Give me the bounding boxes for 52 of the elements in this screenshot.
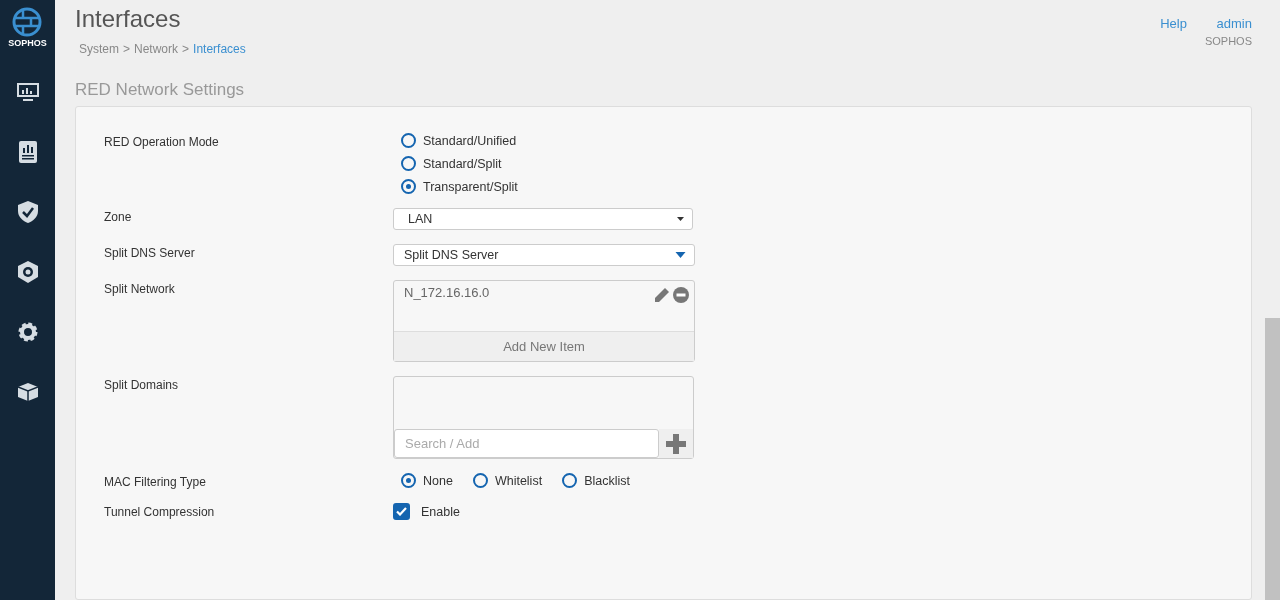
checkmark-icon (396, 507, 407, 516)
radio-button[interactable] (401, 473, 416, 488)
pencil-icon[interactable] (654, 287, 670, 303)
radio-label: Standard/Unified (423, 133, 517, 148)
field-label: Tunnel Compression (104, 504, 216, 520)
globe-logo-icon (12, 7, 43, 37)
report-icon (18, 141, 37, 163)
radio-label: Whitelist (494, 473, 543, 488)
add-new-item-button[interactable]: Add New Item (394, 331, 694, 361)
logo-text: SOPHOS (8, 38, 47, 48)
radio-option[interactable]: Whitelist (472, 473, 543, 488)
breadcrumb-separator: > (123, 42, 131, 56)
monitor-chart-icon (15, 82, 40, 102)
breadcrumb-separator: > (182, 42, 190, 56)
radio-label: Standard/Split (423, 156, 502, 171)
search-field[interactable]: Search / Add (394, 429, 659, 458)
caret-down-icon (675, 252, 686, 258)
radio-button[interactable] (401, 133, 416, 148)
field-label: Zone (104, 209, 133, 226)
checkbox[interactable] (393, 503, 410, 520)
user-subtitle: SOPHOS (1204, 35, 1252, 47)
radio-option[interactable]: Blacklist (562, 473, 630, 488)
field-label: Split DNS Server (104, 245, 196, 262)
page-title: Interfaces (75, 5, 182, 33)
dropdown-select[interactable]: Split DNS Server (393, 244, 695, 266)
remove-icon[interactable] (673, 287, 689, 303)
field-label: RED Operation Mode (104, 134, 220, 151)
checkbox-label: Enable (421, 504, 460, 519)
section-title: RED Network Settings (75, 80, 246, 100)
box-icon (17, 383, 38, 401)
radio-label: Blacklist (584, 473, 630, 488)
field-label: Split Network (104, 281, 176, 298)
radio-option[interactable]: Standard/Split (401, 156, 1223, 171)
shield-check-icon (17, 201, 38, 223)
radio-option[interactable]: Standard/Unified (401, 133, 1223, 148)
radio-button[interactable] (562, 473, 578, 488)
field-label: Split Domains (104, 377, 180, 394)
radio-button[interactable] (401, 179, 416, 194)
list-item[interactable]: N_172.16.16.0 (404, 285, 490, 300)
hexagon-gear-icon (17, 261, 38, 283)
radio-button[interactable] (401, 156, 416, 171)
radio-option[interactable]: Transparent/Split (401, 179, 1223, 194)
add-button[interactable] (659, 429, 693, 458)
radio-option[interactable]: None (401, 473, 453, 488)
caret-down-icon (677, 216, 684, 222)
settings-icon (16, 321, 39, 343)
dropdown-select[interactable]: LAN (393, 208, 693, 230)
field-label: MAC Filtering Type (104, 474, 207, 489)
radio-label: None (423, 473, 453, 488)
checkbox-option[interactable]: Enable (393, 503, 1223, 520)
radio-button[interactable] (472, 473, 488, 488)
radio-label: Transparent/Split (423, 179, 518, 194)
